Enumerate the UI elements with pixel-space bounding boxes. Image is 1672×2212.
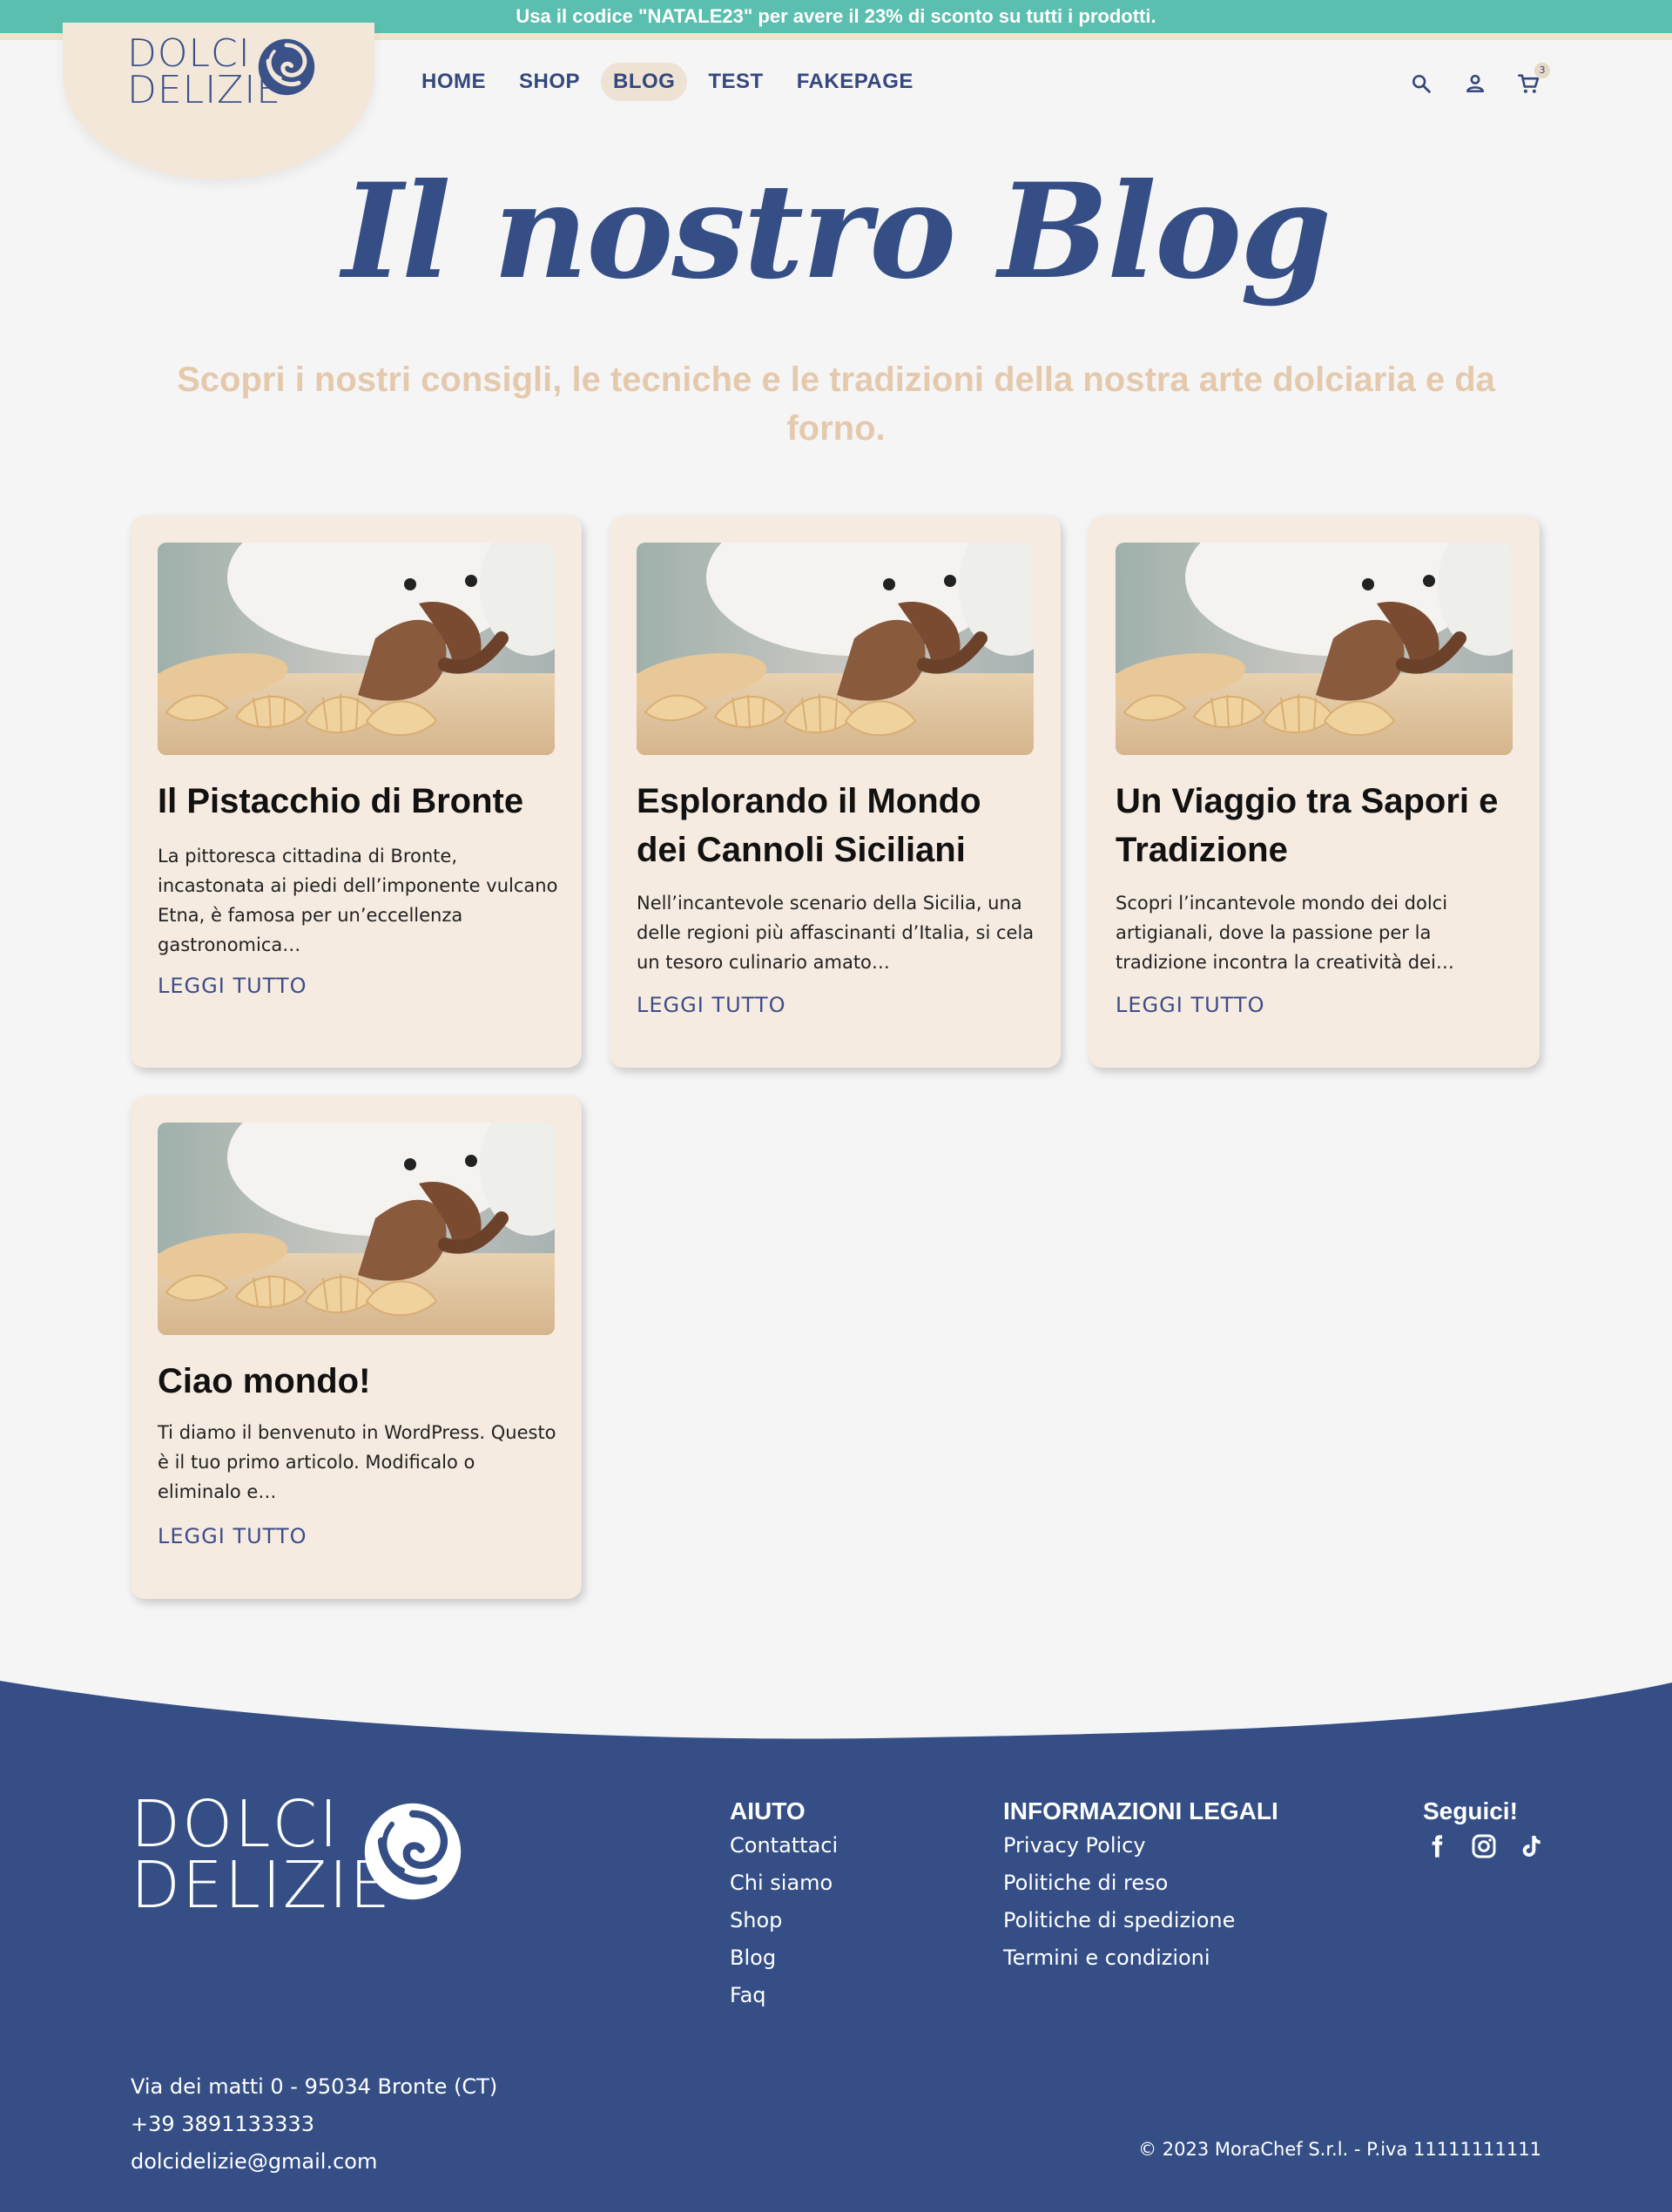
footer-link-returns[interactable]: Politiche di reso: [1003, 1865, 1278, 1902]
post-title[interactable]: Un Viaggio tra Sapori e Tradizione: [1116, 777, 1516, 874]
post-image[interactable]: [158, 543, 555, 755]
footer-link-shop[interactable]: Shop: [730, 1902, 838, 1939]
footer-social-column: Seguici!: [1423, 1797, 1545, 1860]
cart-icon[interactable]: 3: [1517, 63, 1550, 96]
footer-link-faq[interactable]: Faq: [730, 1977, 838, 2014]
footer-logo-wordmark[interactable]: DOLCI DELIZIE: [131, 1787, 393, 1923]
header-actions: 3: [1409, 63, 1550, 96]
post-image[interactable]: [158, 1123, 555, 1335]
social-links: [1423, 1832, 1545, 1860]
post-title[interactable]: Esplorando il Mondo dei Cannoli Sicilian…: [637, 777, 1037, 874]
footer-link-blog[interactable]: Blog: [730, 1939, 838, 1977]
instagram-icon[interactable]: [1470, 1832, 1498, 1860]
nav-fakepage[interactable]: FAKEPAGE: [785, 63, 926, 101]
footer-logo-line-1: DOLCI: [131, 1787, 340, 1862]
main-nav: HOME SHOP BLOG TEST FAKEPAGE: [409, 63, 926, 101]
footer-help-heading: AIUTO: [730, 1797, 806, 1824]
user-icon[interactable]: [1463, 71, 1487, 96]
post-excerpt: Ti diamo il benvenuto in WordPress. Ques…: [158, 1422, 556, 1502]
footer-social-heading: Seguici!: [1423, 1797, 1518, 1824]
post-title[interactable]: Ciao mondo!: [158, 1357, 558, 1406]
post-excerpt: Nell’incantevole scenario della Sicilia,…: [637, 893, 1035, 973]
footer-phone[interactable]: +39 3891133333: [131, 2106, 497, 2143]
swirl-logo-icon: [258, 38, 315, 96]
blog-card[interactable]: Un Viaggio tra Sapori e Tradizione Scopr…: [1089, 516, 1540, 1068]
footer-email[interactable]: dolcidelizie@gmail.com: [131, 2143, 497, 2181]
blog-card[interactable]: Il Pistacchio di Bronte La pittoresca ci…: [131, 516, 582, 1068]
blog-card[interactable]: Esplorando il Mondo dei Cannoli Sicilian…: [610, 516, 1061, 1068]
post-excerpt: La pittoresca cittadina di Bronte, incas…: [158, 846, 558, 955]
page-subtitle: Scopri i nostri consigli, le tecniche e …: [177, 361, 1495, 448]
nav-home[interactable]: HOME: [409, 63, 498, 101]
read-more-link[interactable]: LEGGI TUTTO: [637, 993, 785, 1017]
footer-copyright: © 2023 MoraChef S.r.l. - P.iva 111111111…: [1138, 2139, 1541, 2160]
read-more-link[interactable]: LEGGI TUTTO: [1116, 993, 1264, 1017]
cart-count-badge: 3: [1534, 63, 1550, 78]
post-image[interactable]: [637, 543, 1034, 755]
read-more-link[interactable]: LEGGI TUTTO: [158, 974, 307, 998]
footer-swirl-logo-icon: [364, 1803, 462, 1900]
footer-link-about[interactable]: Chi siamo: [730, 1865, 838, 1902]
page-title: Il nostro Blog: [341, 155, 1332, 308]
footer-help-column: AIUTO Contattaci Chi siamo Shop Blog Faq: [730, 1797, 838, 2014]
tiktok-icon[interactable]: [1517, 1832, 1545, 1860]
site-header: DOLCI DELIZIE HOME SHOP BLOG TEST FAKEPA…: [0, 23, 1672, 179]
post-excerpt: Scopri l’incantevole mondo dei dolci art…: [1116, 893, 1454, 973]
post-title[interactable]: Il Pistacchio di Bronte: [158, 777, 558, 826]
footer-legal-heading: INFORMAZIONI LEGALI: [1003, 1797, 1278, 1824]
footer-legal-column: INFORMAZIONI LEGALI Privacy Policy Polit…: [1003, 1797, 1278, 1977]
nav-blog[interactable]: BLOG: [601, 63, 688, 101]
footer-link-privacy[interactable]: Privacy Policy: [1003, 1827, 1278, 1865]
search-icon[interactable]: [1409, 71, 1433, 96]
footer-link-contact[interactable]: Contattaci: [730, 1827, 838, 1865]
footer-contact: Via dei matti 0 - 95034 Bronte (CT) +39 …: [131, 2068, 497, 2181]
facebook-icon[interactable]: [1423, 1832, 1451, 1860]
footer-link-shipping[interactable]: Politiche di spedizione: [1003, 1902, 1278, 1939]
blog-card[interactable]: Ciao mondo! Ti diamo il benvenuto in Wor…: [131, 1096, 582, 1599]
nav-test[interactable]: TEST: [696, 63, 775, 101]
footer-address: Via dei matti 0 - 95034 Bronte (CT): [131, 2074, 498, 2099]
read-more-link[interactable]: LEGGI TUTTO: [158, 1524, 307, 1548]
footer-logo-line-2: DELIZIE: [131, 1848, 393, 1923]
post-image[interactable]: [1116, 543, 1513, 755]
footer-link-terms[interactable]: Termini e condizioni: [1003, 1939, 1278, 1977]
nav-shop[interactable]: SHOP: [507, 63, 592, 101]
